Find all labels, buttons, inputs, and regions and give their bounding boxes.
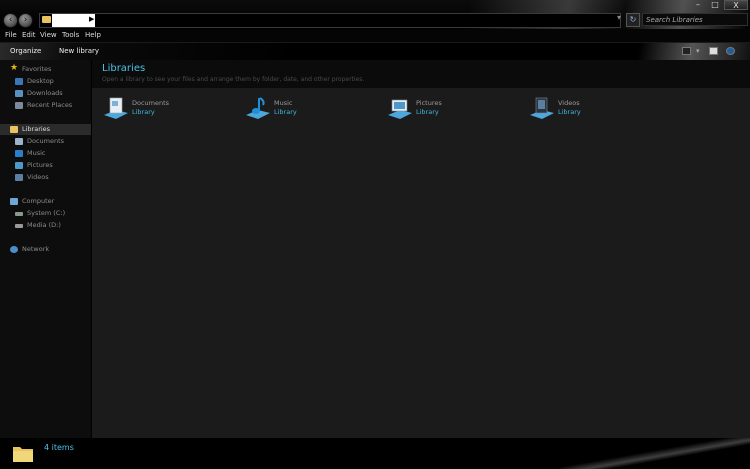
menu-view[interactable]: View: [40, 29, 57, 42]
computer-icon: [10, 198, 18, 205]
maximize-button[interactable]: □: [708, 0, 722, 10]
nav-item-recent-places[interactable]: Recent Places: [0, 100, 91, 111]
pictures-icon: [15, 162, 23, 169]
address-dropdown-icon[interactable]: ▾: [617, 13, 621, 22]
library-name: Pictures: [416, 99, 442, 107]
status-bar-decoration: [560, 438, 750, 469]
nav-favorites[interactable]: ★ Favorites: [0, 64, 91, 75]
menu-edit[interactable]: Edit: [22, 29, 36, 42]
nav-item-label: Music: [27, 149, 46, 157]
downloads-icon: [15, 90, 23, 97]
nav-item-system-c[interactable]: System (C:): [0, 208, 91, 219]
command-bar-decoration: [0, 43, 750, 60]
back-button[interactable]: ‹: [3, 13, 18, 28]
library-name: Music: [274, 99, 293, 107]
nav-item-music[interactable]: Music: [0, 148, 91, 159]
forward-button[interactable]: ›: [18, 13, 33, 28]
nav-computer-label: Computer: [22, 197, 55, 205]
videos-library-icon: [530, 97, 554, 119]
library-pictures[interactable]: Pictures Library: [386, 97, 506, 123]
menu-tools[interactable]: Tools: [62, 29, 79, 42]
library-name: Documents: [132, 99, 170, 107]
documents-library-icon: [104, 97, 128, 119]
library-videos[interactable]: Videos Library: [528, 97, 648, 123]
drive-icon: [15, 224, 23, 228]
music-icon: [15, 150, 23, 157]
nav-computer[interactable]: Computer: [0, 196, 91, 207]
network-icon: [10, 246, 18, 253]
search-input[interactable]: Search Libraries: [642, 13, 748, 26]
music-library-icon: [246, 97, 270, 119]
nav-item-label: Media (D:): [27, 221, 61, 229]
nav-favorites-label: Favorites: [22, 65, 52, 73]
view-dropdown-icon[interactable]: ▾: [696, 47, 702, 55]
address-breadcrumb[interactable]: ▶: [52, 14, 95, 27]
nav-libraries[interactable]: Libraries: [0, 124, 91, 135]
pictures-library-icon: [388, 99, 412, 119]
organize-button[interactable]: Organize: [10, 43, 41, 60]
refresh-button[interactable]: ↻: [626, 13, 640, 27]
nav-item-videos[interactable]: Videos: [0, 172, 91, 183]
nav-item-label: Downloads: [27, 89, 63, 97]
preview-pane-icon[interactable]: [709, 47, 718, 55]
page-title: Libraries: [102, 63, 146, 74]
nav-item-label: Recent Places: [27, 101, 73, 109]
command-bar: Organize New library ▾: [0, 42, 750, 60]
library-type: Library: [274, 108, 297, 116]
nav-network-label: Network: [22, 245, 50, 253]
minimize-button[interactable]: –: [691, 0, 705, 10]
navigation-pane: ★ Favorites Desktop Downloads Recent Pla…: [0, 60, 91, 438]
videos-icon: [15, 174, 23, 181]
library-type: Library: [416, 108, 439, 116]
nav-item-downloads[interactable]: Downloads: [0, 88, 91, 99]
library-music[interactable]: Music Library: [244, 97, 364, 123]
nav-item-media-d[interactable]: Media (D:): [0, 220, 91, 231]
status-bar: 4 items: [0, 438, 750, 469]
library-documents[interactable]: Documents Library: [102, 97, 222, 123]
nav-item-label: Pictures: [27, 161, 53, 169]
nav-libraries-label: Libraries: [22, 125, 51, 133]
nav-item-documents[interactable]: Documents: [0, 136, 91, 147]
library-type: Library: [558, 108, 581, 116]
star-icon: ★: [10, 63, 19, 73]
nav-item-pictures[interactable]: Pictures: [0, 160, 91, 171]
close-button[interactable]: X: [724, 0, 748, 10]
nav-item-desktop[interactable]: Desktop: [0, 76, 91, 87]
menu-file[interactable]: File: [5, 29, 17, 42]
desktop-icon: [15, 78, 23, 85]
address-bar[interactable]: ▶: [39, 13, 621, 28]
content-header: Libraries Open a library to see your fil…: [92, 60, 750, 88]
menu-help[interactable]: Help: [85, 29, 101, 42]
menu-bar: File Edit View Tools Help: [0, 29, 750, 42]
library-name: Videos: [558, 99, 580, 107]
nav-item-label: Videos: [27, 173, 49, 181]
help-icon[interactable]: [726, 47, 735, 55]
documents-icon: [15, 138, 23, 145]
page-subtitle: Open a library to see your files and arr…: [102, 76, 365, 83]
nav-network[interactable]: Network: [0, 244, 91, 255]
folder-icon: [42, 16, 51, 23]
libraries-folder-icon: [13, 447, 33, 462]
drive-icon: [15, 212, 23, 216]
library-type: Library: [132, 108, 155, 116]
libraries-icon: [10, 126, 18, 133]
nav-item-label: Documents: [27, 137, 65, 145]
recent-places-icon: [15, 102, 23, 109]
nav-item-label: Desktop: [27, 77, 54, 85]
nav-item-label: System (C:): [27, 209, 66, 217]
new-library-button[interactable]: New library: [59, 43, 99, 60]
chevron-right-icon[interactable]: ▶: [89, 15, 94, 23]
item-count: 4 items: [44, 443, 74, 452]
change-view-icon[interactable]: [682, 47, 691, 55]
title-bar: ‹ › ▶ ▾ ↻ Search Libraries – □ X: [0, 0, 750, 29]
content-pane: Libraries Open a library to see your fil…: [92, 60, 750, 438]
